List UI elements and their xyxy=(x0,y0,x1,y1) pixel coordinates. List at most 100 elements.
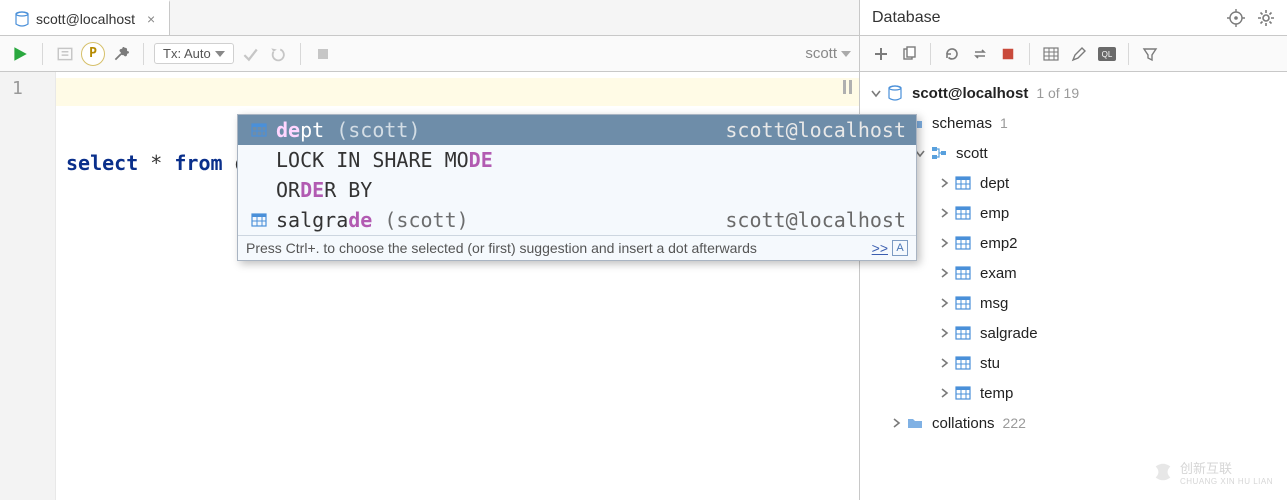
table-node[interactable]: emp2 xyxy=(864,228,1283,258)
autocomplete-more-link[interactable]: >> xyxy=(872,240,888,256)
open-console-button[interactable]: QL xyxy=(1094,41,1120,67)
schema-icon xyxy=(930,144,948,162)
close-icon[interactable]: × xyxy=(147,11,155,27)
database-tree[interactable]: scott@localhost 1 of 19 schemas 1 scott … xyxy=(860,72,1287,500)
autocomplete-item[interactable]: dept (scott) scott@localhost xyxy=(238,115,916,145)
chevron-right-icon xyxy=(936,175,952,191)
datasource-label: scott@localhost xyxy=(912,85,1028,102)
separator xyxy=(300,43,301,65)
collations-node[interactable]: collations 222 xyxy=(864,408,1283,438)
autocomplete-item-label: ORDER BY xyxy=(276,178,372,202)
table-icon xyxy=(248,119,270,141)
sync-button[interactable] xyxy=(967,41,993,67)
chevron-right-icon xyxy=(936,355,952,371)
schemas-node[interactable]: schemas 1 xyxy=(864,108,1283,138)
tx-mode-label: Tx: Auto xyxy=(163,46,211,61)
table-node[interactable]: dept xyxy=(864,168,1283,198)
duplicate-button[interactable] xyxy=(896,41,922,67)
collations-hint: 222 xyxy=(1003,415,1026,431)
table-node[interactable]: exam xyxy=(864,258,1283,288)
rollback-button[interactable] xyxy=(266,42,290,66)
editor-toolbar: P Tx: Auto scott xyxy=(0,36,859,72)
table-icon xyxy=(954,384,972,402)
table-label: exam xyxy=(980,265,1017,282)
database-console-icon xyxy=(14,11,30,27)
autocomplete-item[interactable]: ORDER BY xyxy=(238,175,916,205)
parameters-button[interactable]: P xyxy=(81,42,105,66)
database-panel-header: Database xyxy=(860,0,1287,36)
table-node[interactable]: emp xyxy=(864,198,1283,228)
chevron-right-icon xyxy=(936,235,952,251)
keyword-select: select xyxy=(66,151,138,175)
editor-tab-label: scott@localhost xyxy=(36,11,135,27)
blank-icon xyxy=(248,179,270,201)
database-toolbar: QL xyxy=(860,36,1287,72)
chevron-right-icon xyxy=(936,295,952,311)
chevron-down-icon xyxy=(841,51,851,57)
tx-mode-dropdown[interactable]: Tx: Auto xyxy=(154,43,234,64)
separator xyxy=(143,43,144,65)
collations-label: collations xyxy=(932,415,995,432)
datasource-node[interactable]: scott@localhost 1 of 19 xyxy=(864,78,1283,108)
commit-button[interactable] xyxy=(238,42,262,66)
table-label: salgrade xyxy=(980,325,1038,342)
blank-icon xyxy=(248,149,270,171)
table-label: emp2 xyxy=(980,235,1018,252)
chevron-down-icon xyxy=(868,85,884,101)
watermark: 创新互联 CHUANG XIN HU LIAN xyxy=(1152,458,1273,486)
chevron-right-icon xyxy=(936,325,952,341)
editor-tab-scott[interactable]: scott@localhost × xyxy=(0,0,170,35)
table-label: stu xyxy=(980,355,1000,372)
run-button[interactable] xyxy=(8,42,32,66)
gear-icon[interactable] xyxy=(1257,9,1275,27)
autocomplete-item[interactable]: salgrade (scott)scott@localhost xyxy=(238,205,916,235)
autocomplete-popup[interactable]: dept (scott) scott@localhost LOCK IN SHARE… xyxy=(237,114,917,261)
autocomplete-hint: Press Ctrl+. to choose the selected (or … xyxy=(238,235,916,260)
autocomplete-item-label: salgrade (scott) xyxy=(276,208,469,232)
chevron-right-icon xyxy=(936,265,952,281)
panel-title: Database xyxy=(872,9,941,27)
settings-button[interactable] xyxy=(109,42,133,66)
code-margin-icons xyxy=(843,80,853,94)
chevron-right-icon xyxy=(936,205,952,221)
table-icon xyxy=(248,209,270,231)
table-node[interactable]: salgrade xyxy=(864,318,1283,348)
filter-button[interactable] xyxy=(1137,41,1163,67)
table-icon xyxy=(954,174,972,192)
table-node[interactable]: temp xyxy=(864,378,1283,408)
watermark-logo-icon xyxy=(1152,461,1174,483)
table-label: temp xyxy=(980,385,1013,402)
target-icon[interactable] xyxy=(1227,9,1245,27)
table-node[interactable]: msg xyxy=(864,288,1283,318)
edit-button[interactable] xyxy=(1066,41,1092,67)
table-icon xyxy=(954,204,972,222)
autocomplete-item-label: LOCK IN SHARE MODE xyxy=(276,148,493,172)
stop-button[interactable] xyxy=(311,42,335,66)
separator xyxy=(42,43,43,65)
table-node[interactable]: stu xyxy=(864,348,1283,378)
explain-plan-button[interactable] xyxy=(53,42,77,66)
schema-node[interactable]: scott xyxy=(864,138,1283,168)
datasource-icon xyxy=(886,84,904,102)
schemas-hint: 1 xyxy=(1000,115,1008,131)
refresh-button[interactable] xyxy=(939,41,965,67)
chevron-right-icon xyxy=(888,415,904,431)
schema-picker[interactable]: scott xyxy=(805,45,851,62)
keyword-from: from xyxy=(174,151,222,175)
stop-button[interactable] xyxy=(995,41,1021,67)
svg-text:QL: QL xyxy=(1102,50,1113,59)
schemas-label: schemas xyxy=(932,115,992,132)
table-label: emp xyxy=(980,205,1009,222)
autocomplete-item-label: dept (scott) xyxy=(276,118,421,142)
table-icon xyxy=(954,294,972,312)
table-view-button[interactable] xyxy=(1038,41,1064,67)
folder-icon xyxy=(906,414,924,432)
autocomplete-a-icon[interactable]: A xyxy=(892,240,908,256)
line-number: 1 xyxy=(0,78,55,106)
pause-icon[interactable] xyxy=(843,80,853,94)
add-button[interactable] xyxy=(868,41,894,67)
autocomplete-item[interactable]: LOCK IN SHARE MODE xyxy=(238,145,916,175)
chevron-right-icon xyxy=(936,385,952,401)
autocomplete-item-source: scott@localhost xyxy=(725,118,906,142)
table-icon xyxy=(954,234,972,252)
